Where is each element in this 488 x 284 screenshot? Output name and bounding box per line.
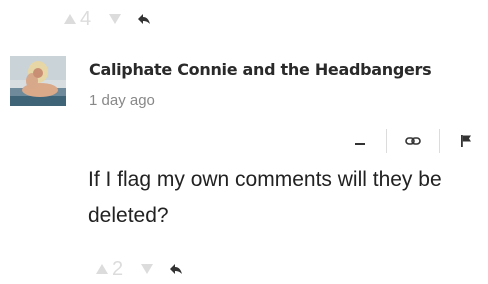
comment-actions bbox=[348, 128, 478, 154]
comment-timestamp[interactable]: 1 day ago bbox=[89, 92, 155, 109]
flag-icon bbox=[461, 135, 471, 147]
avatar[interactable] bbox=[10, 56, 66, 106]
reply-button[interactable] bbox=[137, 13, 151, 25]
downvote-button[interactable] bbox=[141, 264, 154, 274]
avatar-image bbox=[10, 56, 66, 106]
reply-button[interactable] bbox=[169, 263, 183, 275]
comment-vote-bar: 2 bbox=[96, 256, 183, 282]
down-arrow-icon bbox=[141, 264, 154, 274]
downvote-button[interactable] bbox=[109, 14, 122, 24]
permalink-button[interactable] bbox=[401, 129, 425, 153]
collapse-button[interactable] bbox=[348, 129, 372, 153]
upvote-count: 2 bbox=[112, 258, 124, 280]
link-icon bbox=[405, 137, 421, 145]
upvote-button[interactable]: 2 bbox=[96, 259, 123, 279]
up-arrow-icon bbox=[96, 264, 108, 274]
reply-icon bbox=[138, 14, 151, 24]
up-arrow-icon bbox=[64, 14, 76, 24]
action-divider bbox=[439, 129, 440, 153]
comment-body: If I flag my own comments will they be d… bbox=[88, 168, 442, 227]
upvote-count: 4 bbox=[80, 8, 92, 30]
reply-icon bbox=[170, 264, 183, 274]
action-divider bbox=[386, 129, 387, 153]
comment-author[interactable]: Caliphate Connie and the Headbangers bbox=[89, 60, 432, 79]
previous-comment-vote-bar: 4 bbox=[64, 6, 151, 32]
upvote-button[interactable]: 4 bbox=[64, 9, 91, 29]
flag-button[interactable] bbox=[454, 129, 478, 153]
minus-icon bbox=[355, 143, 365, 145]
down-arrow-icon bbox=[109, 14, 122, 24]
